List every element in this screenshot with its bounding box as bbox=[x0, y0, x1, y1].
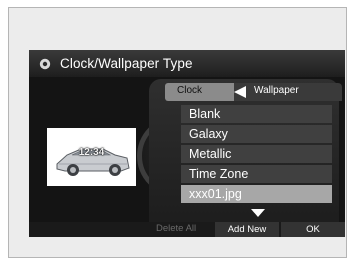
tab-clock[interactable]: Clock bbox=[177, 85, 202, 96]
wallpaper-list: Blank Galaxy Metallic Time Zone xxx01.jp… bbox=[181, 105, 332, 205]
list-item-xxx01[interactable]: xxx01.jpg bbox=[181, 185, 332, 203]
arrow-left-icon bbox=[234, 86, 246, 98]
navigation-screen: Clock/Wallpaper Type 12:34 Clock Wallpap… bbox=[29, 50, 345, 237]
tab-bar: Clock Wallpaper bbox=[165, 83, 342, 101]
footer-bar: Delete All Add New OK bbox=[29, 222, 345, 237]
scroll-down-icon[interactable] bbox=[251, 209, 265, 217]
list-item-blank[interactable]: Blank bbox=[181, 105, 332, 123]
page-title: Clock/Wallpaper Type bbox=[60, 56, 193, 71]
wallpaper-preview: 12:34 bbox=[47, 128, 136, 186]
list-item-time-zone[interactable]: Time Zone bbox=[181, 165, 332, 183]
list-item-galaxy[interactable]: Galaxy bbox=[181, 125, 332, 143]
gear-icon bbox=[39, 58, 51, 70]
figure-frame: Clock/Wallpaper Type 12:34 Clock Wallpap… bbox=[8, 7, 347, 258]
list-item-metallic[interactable]: Metallic bbox=[181, 145, 332, 163]
tab-wallpaper-label: Wallpaper bbox=[254, 85, 299, 96]
tab-wallpaper[interactable]: Wallpaper bbox=[234, 83, 342, 101]
title-bar: Clock/Wallpaper Type bbox=[29, 50, 345, 77]
preview-clock: 12:34 bbox=[78, 147, 105, 158]
ok-button[interactable]: OK bbox=[281, 222, 345, 237]
add-new-button[interactable]: Add New bbox=[215, 222, 279, 237]
delete-all-button[interactable]: Delete All bbox=[156, 223, 196, 234]
